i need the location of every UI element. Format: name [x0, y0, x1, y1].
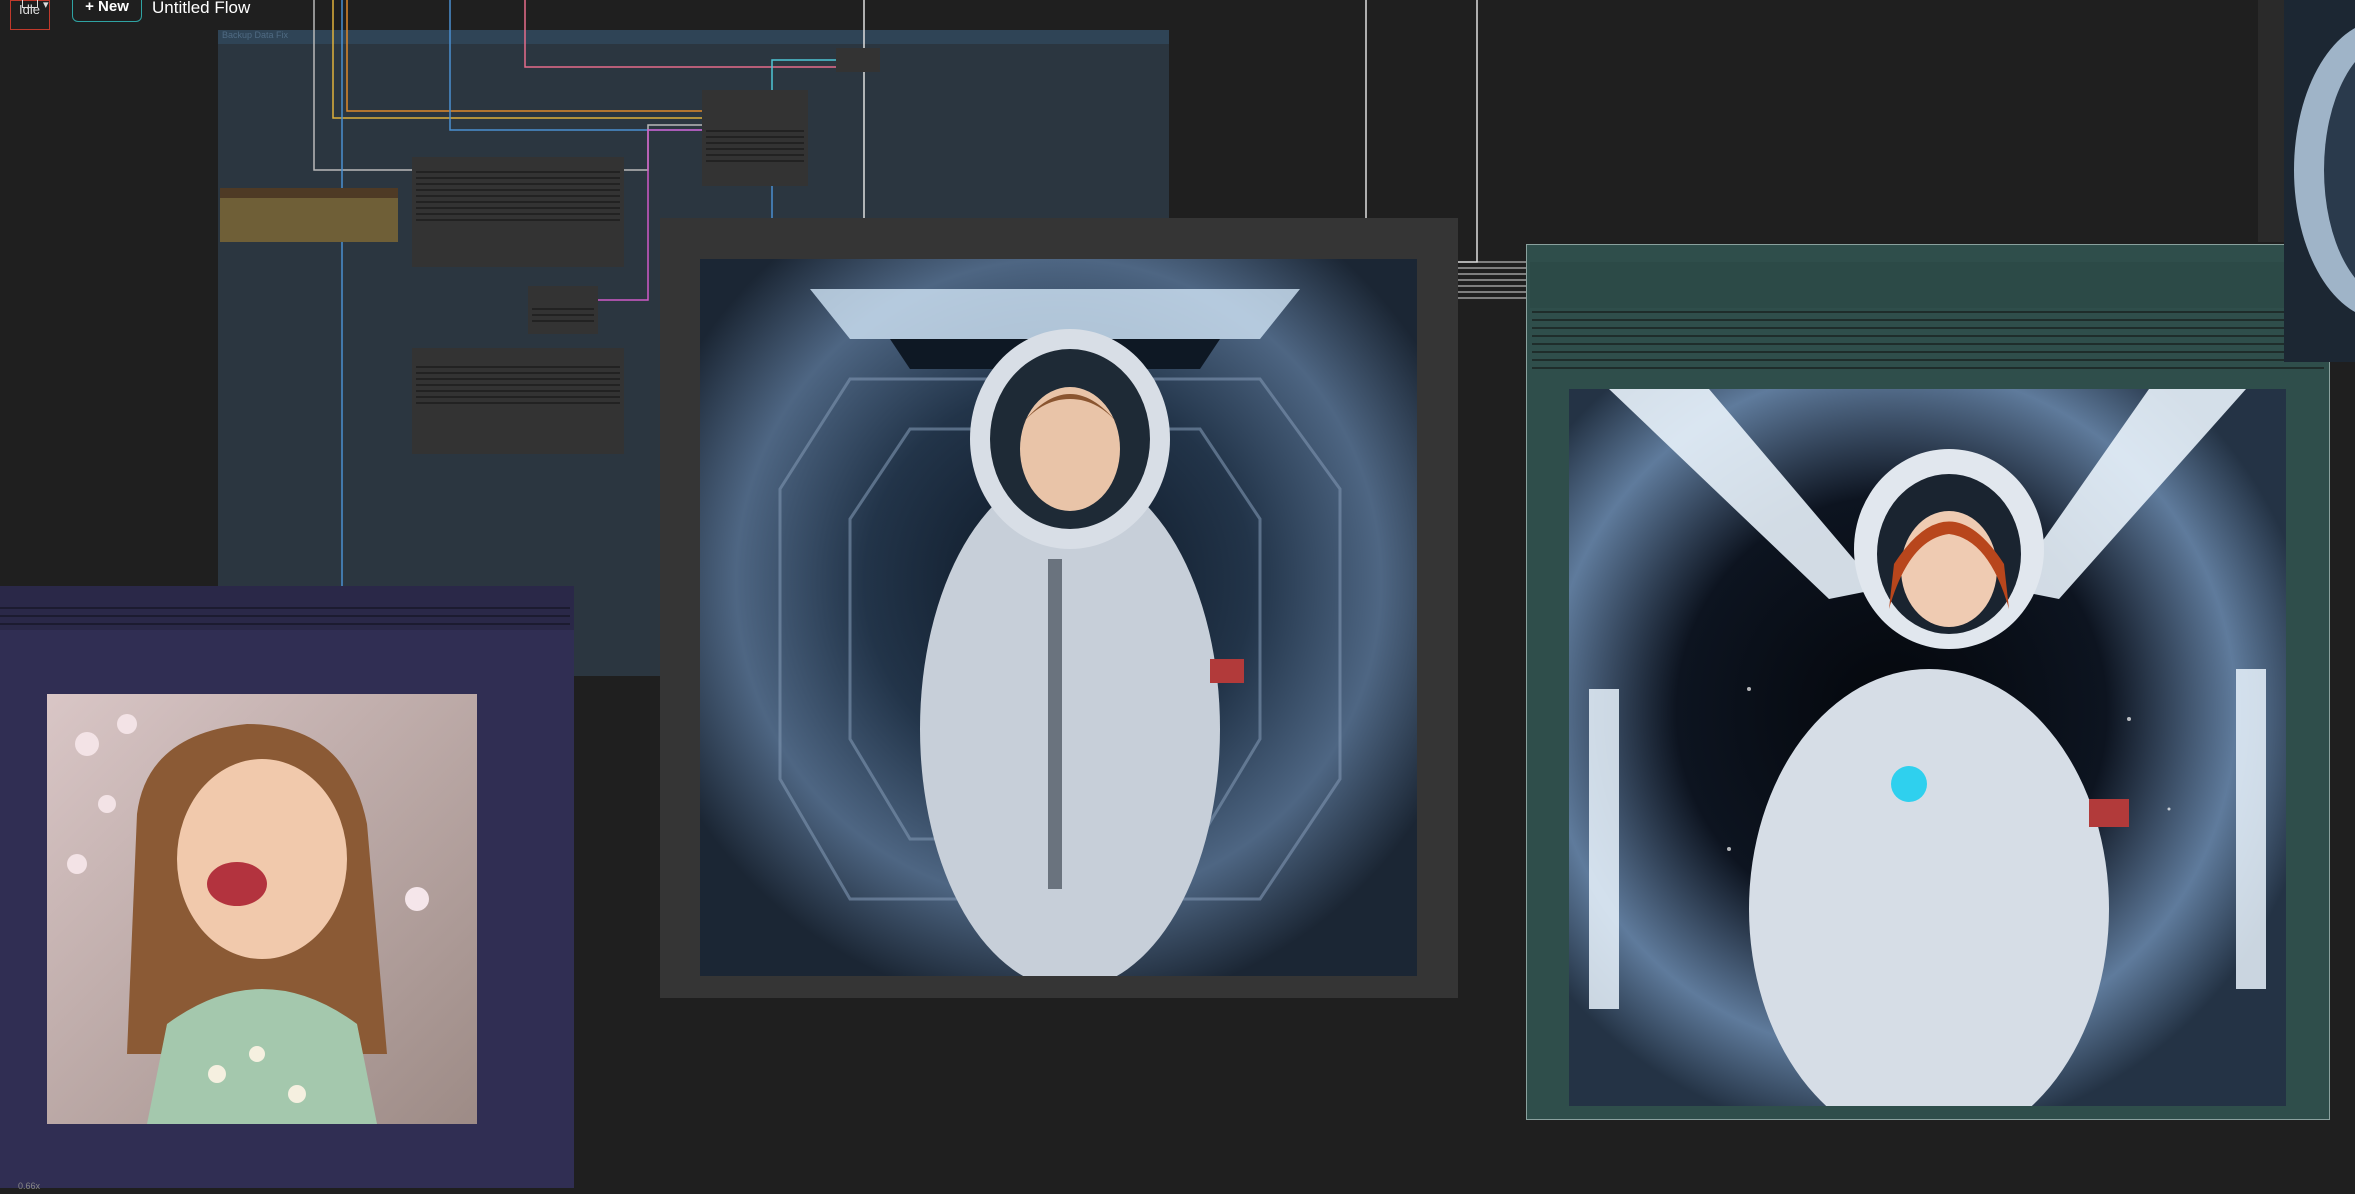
image-node-left-widgets [0, 607, 570, 625]
note-node-header[interactable] [220, 188, 398, 198]
wire-bundle [1458, 261, 1530, 299]
wire-white-3 [1458, 0, 1478, 263]
wire-yellow [332, 0, 704, 119]
image-edge-partial[interactable] [2284, 0, 2355, 362]
edge-node-frame[interactable] [2258, 0, 2284, 242]
wire-gray-2 [620, 124, 704, 171]
wire-pink [524, 0, 838, 68]
image-center[interactable] [700, 259, 1417, 976]
image-right[interactable] [1569, 389, 2286, 1106]
node-a[interactable] [412, 157, 624, 267]
node-c[interactable] [836, 48, 880, 72]
image-left[interactable] [47, 694, 477, 1124]
image-node-right-widgets [1532, 311, 2324, 369]
node-b[interactable] [702, 90, 808, 186]
image-node-right-header[interactable] [1530, 262, 2324, 308]
node-e[interactable] [412, 348, 624, 454]
astronaut-brown-hair-image [700, 259, 1417, 976]
girl-with-flower-image [47, 694, 477, 1124]
astronaut-red-hair-image [1569, 389, 2286, 1106]
wire-gray [313, 0, 414, 171]
node-d[interactable] [528, 286, 598, 334]
astronaut-helmet-partial-image [2284, 0, 2355, 362]
zoom-label: 0.66x [18, 1181, 41, 1191]
